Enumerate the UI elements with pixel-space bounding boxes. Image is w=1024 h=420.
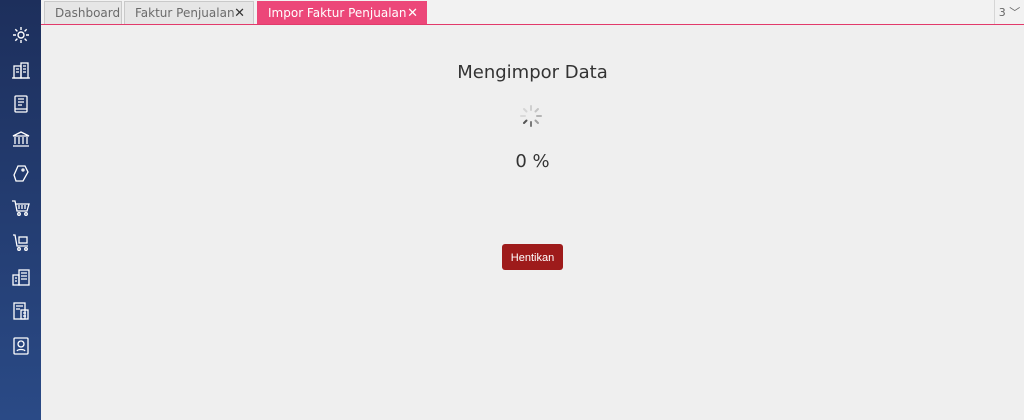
close-icon[interactable]: ✕ (234, 2, 245, 25)
gear-icon[interactable] (10, 24, 32, 46)
report-building-icon[interactable] (10, 266, 32, 288)
tab-label: Faktur Penjualan (135, 6, 235, 20)
tab-faktur-penjualan[interactable]: Faktur Penjualan ✕ (124, 1, 254, 24)
tab-bar: Dashboard Faktur Penjualan ✕ Impor Faktu… (41, 0, 1024, 25)
tab-dashboard[interactable]: Dashboard (44, 1, 122, 24)
loading-spinner-icon (520, 105, 542, 127)
bank-icon[interactable] (10, 128, 32, 150)
shopping-cart-icon[interactable] (10, 197, 32, 219)
tab-count-dropdown[interactable]: 3 ﹀ (994, 0, 1024, 24)
tab-impor-faktur-penjualan[interactable]: Impor Faktur Penjualan ✕ (257, 1, 427, 24)
import-panel: Mengimpor Data 0 % Hentikan (41, 26, 1024, 420)
tab-label: Impor Faktur Penjualan (268, 6, 407, 20)
page-title: Mengimpor Data (457, 62, 608, 83)
price-tag-icon[interactable] (10, 162, 32, 184)
close-icon[interactable]: ✕ (407, 2, 418, 25)
stop-button[interactable]: Hentikan (502, 244, 563, 270)
book-icon[interactable] (10, 93, 32, 115)
sidebar (0, 0, 41, 420)
tab-label: Dashboard (55, 6, 121, 20)
building-icon[interactable] (10, 59, 32, 81)
id-card-icon[interactable] (10, 335, 32, 357)
progress-percent: 0 % (515, 151, 550, 172)
tax-document-icon[interactable] (10, 300, 32, 322)
cart-box-icon[interactable] (10, 231, 32, 253)
